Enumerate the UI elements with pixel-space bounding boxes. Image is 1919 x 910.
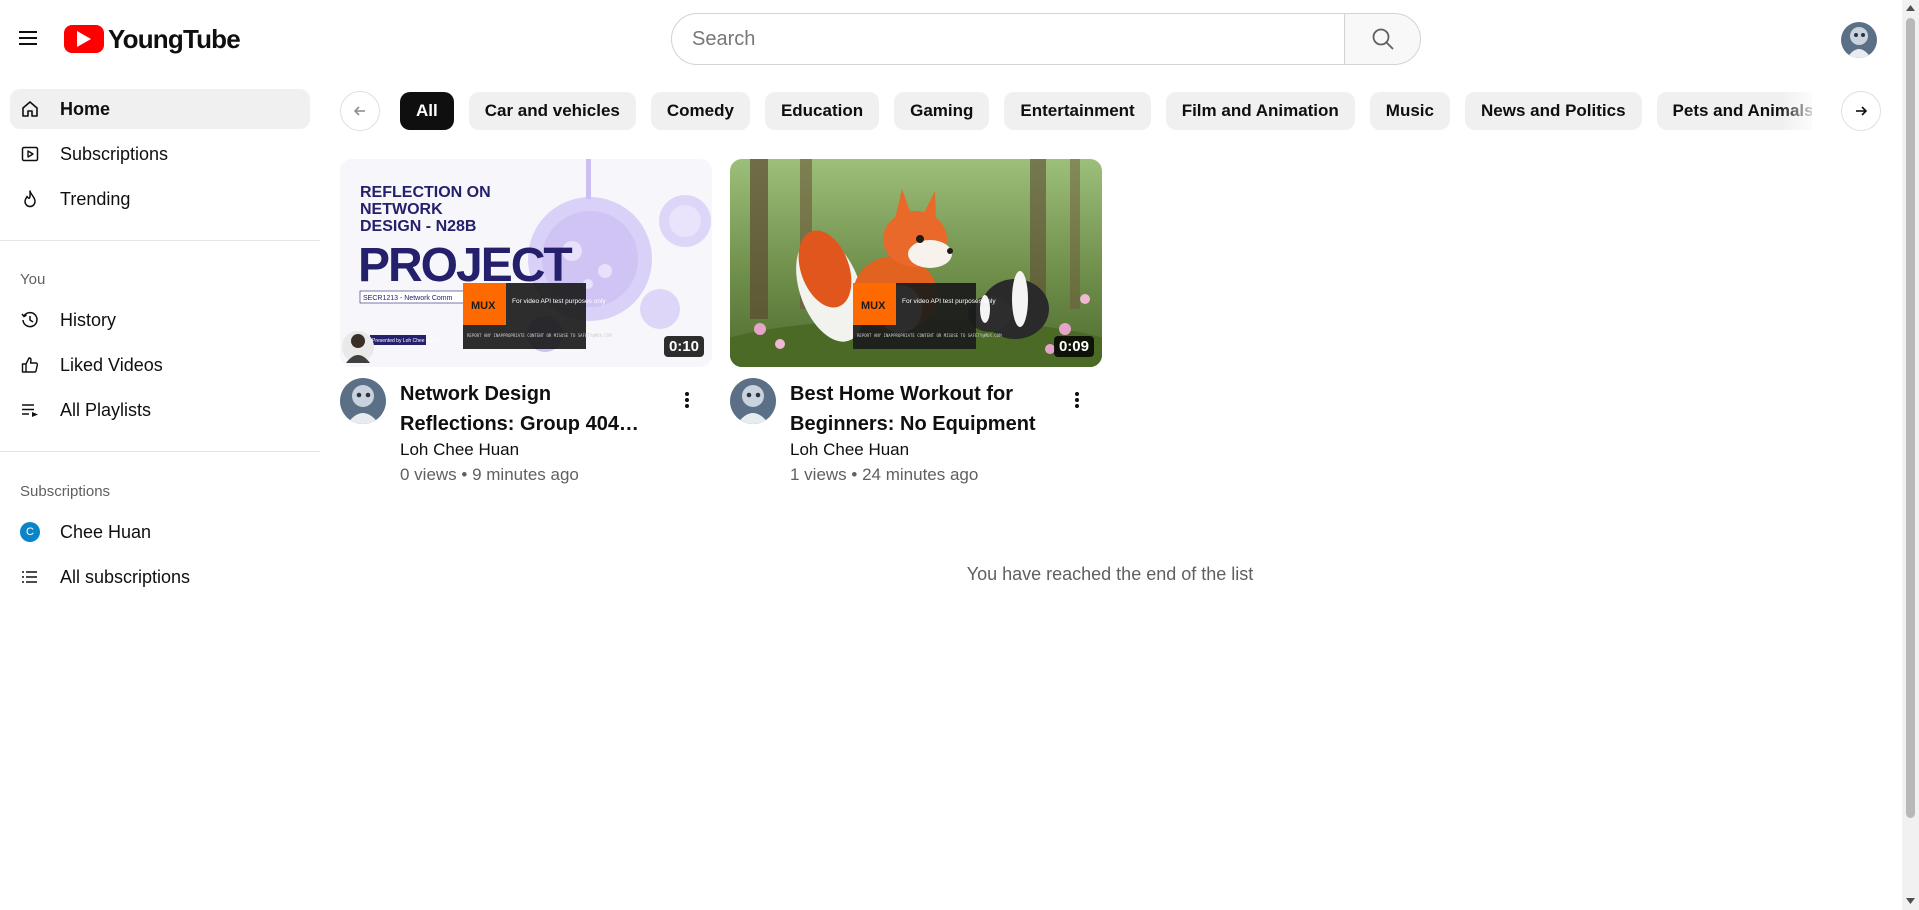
sidebar-item-label: Chee Huan (60, 521, 152, 542)
sidebar-divider (0, 240, 320, 241)
thumb-watermark-small: REPORT ANY INAPPROPRIATE CONTENT OR MISU… (467, 333, 612, 338)
more-vertical-icon (1075, 392, 1079, 408)
trending-icon (10, 179, 50, 219)
video-meta: 0 views • 9 minutes ago (400, 465, 579, 484)
video-card[interactable]: REFLECTION ON NETWORK DESIGN - N28B PROJ… (340, 159, 712, 489)
sidebar-item-label: Home (60, 98, 111, 119)
sidebar-item-label: All Playlists (60, 399, 152, 420)
channel-avatar[interactable] (730, 378, 776, 424)
chip-gaming[interactable]: Gaming (894, 92, 990, 130)
brand-logo[interactable]: YoungTube (64, 23, 241, 54)
chips-scroll-right-button[interactable] (1841, 91, 1881, 131)
video-title[interactable]: Network Design Reflections: Group 404… (400, 379, 662, 439)
sidebar-item-label: Trending (60, 188, 131, 209)
thumb-heading-1: REFLECTION ON (360, 184, 491, 201)
end-of-list-message: You have reached the end of the list (966, 564, 1254, 584)
brand-name: YoungTube (108, 23, 241, 54)
arrow-left-icon (353, 106, 365, 116)
video-duration: 0:09 (1053, 336, 1094, 357)
search-bar (671, 13, 1421, 65)
menu-icon (19, 31, 37, 45)
scrollbar-thumb[interactable] (1906, 18, 1915, 818)
page-scrollbar[interactable] (1902, 0, 1919, 910)
sidebar-item-label: All subscriptions (60, 566, 191, 587)
sidebar-item-trending[interactable]: Trending (10, 179, 310, 219)
sidebar-item-label: Liked Videos (60, 354, 163, 375)
sidebar-item-all-subscriptions[interactable]: All subscriptions (10, 557, 310, 597)
video-channel-name[interactable]: Loh Chee Huan (400, 440, 519, 460)
thumbs-up-icon (10, 345, 50, 385)
channel-avatar[interactable] (340, 378, 386, 424)
sidebar-item-all-playlists[interactable]: All Playlists (10, 390, 310, 430)
history-icon (10, 300, 50, 340)
home-icon (10, 89, 50, 129)
left-sidebar: Home Subscriptions Trending You History … (0, 78, 320, 910)
chip-film-and-animation[interactable]: Film and Animation (1165, 92, 1355, 130)
scroll-down-arrow-icon[interactable] (1905, 895, 1916, 907)
list-icon (10, 557, 50, 597)
video-title[interactable]: Best Home Workout for Beginners: No Equi… (790, 379, 1052, 439)
thumb-heading-3: DESIGN - N28B (360, 218, 476, 235)
video-thumbnail[interactable]: MUX For video API test purposes only REP… (730, 159, 1102, 367)
sidebar-item-history[interactable]: History (10, 300, 310, 340)
play-logo-icon (64, 25, 104, 53)
chip-car-and-vehicles[interactable]: Car and vehicles (468, 92, 636, 130)
subscriptions-icon (10, 134, 50, 174)
thumb-watermark-text: For video API test purposes only (512, 298, 606, 305)
search-button[interactable] (1344, 13, 1421, 65)
chip-music[interactable]: Music (1369, 92, 1450, 130)
chip-all[interactable]: All (400, 92, 454, 130)
hamburger-menu-button[interactable] (14, 24, 42, 52)
playlist-icon (10, 390, 50, 430)
video-card[interactable]: MUX For video API test purposes only REP… (730, 159, 1102, 489)
chip-comedy[interactable]: Comedy (650, 92, 750, 130)
thumb-watermark-brand: MUX (471, 300, 496, 312)
sidebar-item-label: Subscriptions (60, 143, 169, 164)
thumb-presenter: Presented by Loh Chee Huan (372, 338, 438, 344)
video-more-options-button[interactable] (672, 385, 702, 415)
sidebar-item-label: History (60, 309, 117, 330)
more-vertical-icon (685, 392, 689, 408)
sidebar-divider (0, 451, 320, 452)
video-meta: 1 views • 24 minutes ago (790, 465, 979, 484)
sidebar-heading-subscriptions: Subscriptions (20, 483, 111, 500)
chip-entertainment[interactable]: Entertainment (1004, 92, 1151, 130)
channel-avatar-letter: C (20, 522, 40, 542)
sidebar-item-liked-videos[interactable]: Liked Videos (10, 345, 310, 385)
top-header: YoungTube (0, 0, 1900, 78)
chip-education[interactable]: Education (764, 92, 880, 130)
category-chips: All Car and vehicles Comedy Education Ga… (400, 92, 1812, 130)
channel-avatar: C (10, 512, 50, 552)
scroll-up-arrow-icon[interactable] (1905, 2, 1916, 14)
thumb-watermark-brand: MUX (861, 300, 886, 312)
sidebar-item-subscriptions[interactable]: Subscriptions (10, 134, 310, 174)
sidebar-item-chee-huan[interactable]: C Chee Huan (10, 512, 310, 552)
thumb-subtitle: SECR1213 - Network Comm (363, 295, 453, 302)
chips-scroll-left-button[interactable] (340, 91, 380, 131)
video-duration: 0:10 (663, 336, 704, 357)
thumb-heading-2: NETWORK (360, 201, 443, 218)
video-channel-name[interactable]: Loh Chee Huan (790, 440, 909, 460)
search-input[interactable] (671, 13, 1344, 65)
search-icon (1372, 28, 1394, 50)
sidebar-item-home[interactable]: Home (10, 89, 310, 129)
chip-news-and-politics[interactable]: News and Politics (1464, 92, 1642, 130)
sidebar-heading-you: You (20, 271, 46, 288)
user-avatar[interactable] (1841, 22, 1877, 58)
thumb-watermark-small: REPORT ANY INAPPROPRIATE CONTENT OR MISU… (857, 333, 1002, 338)
thumb-watermark-text: For video API test purposes only (902, 298, 996, 305)
video-thumbnail[interactable]: REFLECTION ON NETWORK DESIGN - N28B PROJ… (340, 159, 712, 367)
chips-fade-overlay (1780, 92, 1820, 130)
arrow-right-icon (1856, 106, 1868, 116)
video-more-options-button[interactable] (1062, 385, 1092, 415)
